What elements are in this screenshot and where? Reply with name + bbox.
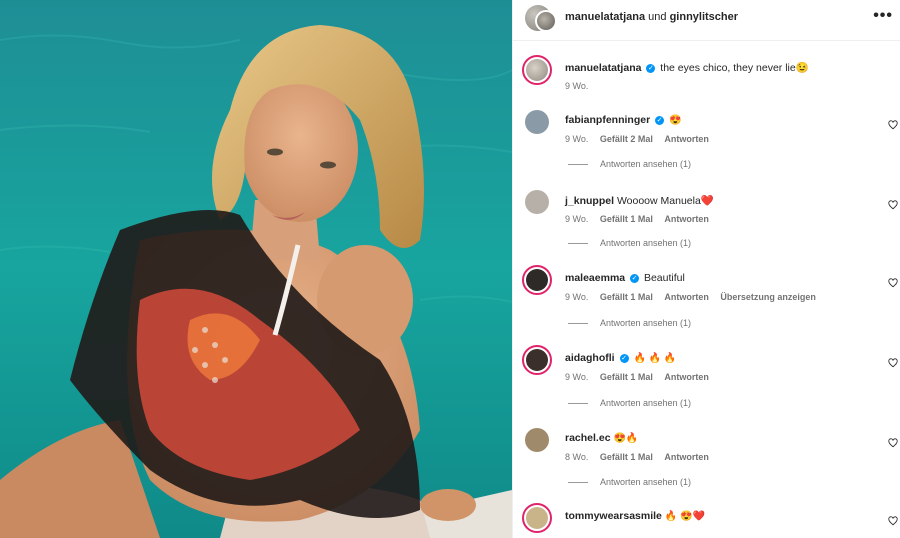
caption-text: the eyes chico, they never lie😉 <box>660 62 809 74</box>
commenter-avatar[interactable] <box>525 428 549 452</box>
view-replies-button[interactable]: Antworten ansehen (1) <box>568 159 691 169</box>
view-replies-button[interactable]: Antworten ansehen (1) <box>568 477 691 487</box>
comment-time[interactable]: 9 Wo. <box>565 134 588 144</box>
comment-meta: 9 Wo. Gefällt 1 Mal Antworten Übersetzun… <box>565 292 825 302</box>
collaborator-avatar[interactable] <box>535 10 557 32</box>
comment-line: maleaemma ✓ Beautiful <box>565 272 685 284</box>
caption-meta: 9 Wo. <box>565 81 597 91</box>
view-replies-button[interactable]: Antworten ansehen (1) <box>568 398 691 408</box>
verified-badge-icon: ✓ <box>630 273 640 283</box>
post-photo[interactable] <box>0 0 512 538</box>
comment-line: rachel.ec 😍🔥 <box>565 432 638 444</box>
like-heart-icon[interactable] <box>888 278 898 288</box>
comment-username[interactable]: rachel.ec <box>565 432 611 444</box>
view-replies-label: Antworten ansehen (1) <box>600 318 692 328</box>
comments-panel: manuelatatjana und ginnylitscher ••• man… <box>512 0 900 538</box>
verified-badge-icon: ✓ <box>646 63 656 73</box>
view-replies-label: Antworten ansehen (1) <box>600 159 692 169</box>
comment-meta: 9 Wo. Gefällt 1 Mal Antworten <box>565 214 718 224</box>
view-replies-button[interactable]: Antworten ansehen (1) <box>568 318 691 328</box>
comment-username[interactable]: tommywearsasmile <box>565 510 662 522</box>
reply-button[interactable]: Antworten <box>664 134 709 144</box>
replies-divider <box>568 403 588 405</box>
like-heart-icon[interactable] <box>888 200 898 210</box>
comment-time[interactable]: 9 Wo. <box>565 372 588 382</box>
reply-button[interactable]: Antworten <box>664 452 709 462</box>
comment-text: Beautiful <box>643 272 685 284</box>
caption-avatar[interactable] <box>522 55 552 85</box>
commenter-avatar[interactable] <box>522 503 552 533</box>
post-photo-illustration <box>0 0 512 538</box>
comment-time[interactable]: 9 Wo. <box>565 214 588 224</box>
replies-divider <box>568 243 588 245</box>
view-replies-button[interactable]: Antworten ansehen (1) <box>568 238 691 248</box>
comment-likes[interactable]: Gefällt 2 Mal <box>600 134 653 144</box>
replies-divider <box>568 323 588 325</box>
post-authors: manuelatatjana und ginnylitscher <box>565 11 738 23</box>
comment-text: 😍🔥 <box>613 433 639 444</box>
like-heart-icon[interactable] <box>888 438 898 448</box>
reply-button[interactable]: Antworten <box>664 214 709 224</box>
comment-time[interactable]: 8 Wo. <box>565 452 588 462</box>
comment-username[interactable]: j_knuppel <box>565 195 614 207</box>
caption-line: manuelatatjana ✓ the eyes chico, they ne… <box>565 61 809 74</box>
commenter-avatar[interactable] <box>525 110 549 134</box>
reply-button[interactable]: Antworten <box>664 292 709 302</box>
view-replies-label: Antworten ansehen (1) <box>600 238 692 248</box>
comment-meta: 9 Wo. Gefällt 2 Mal Antworten <box>565 134 718 144</box>
view-replies-label: Antworten ansehen (1) <box>600 477 692 487</box>
comment-text: 😍 <box>669 115 682 126</box>
comment-text: 🔥 😍❤️ <box>664 511 705 522</box>
comment-meta: 8 Wo. Gefällt 1 Mal Antworten <box>565 452 718 462</box>
commenter-avatar[interactable] <box>522 345 552 375</box>
verified-badge-icon: ✓ <box>655 115 665 125</box>
comment-likes[interactable]: Gefällt 1 Mal <box>600 452 653 462</box>
reply-button[interactable]: Antworten <box>664 372 709 382</box>
commenter-avatar[interactable] <box>522 265 552 295</box>
commenter-avatar[interactable] <box>525 190 549 214</box>
comment-text: 🔥 🔥 🔥 <box>633 353 677 364</box>
verified-badge-icon: ✓ <box>619 353 629 363</box>
authors-joiner: und <box>648 11 667 23</box>
collaborator-username[interactable]: ginnylitscher <box>670 11 738 23</box>
comment-username[interactable]: aidaghofli <box>565 352 615 364</box>
comment-username[interactable]: fabianpfenninger <box>565 114 650 126</box>
comment-line: j_knuppel Woooow Manuela❤️ <box>565 194 714 207</box>
see-translation-button[interactable]: Übersetzung anzeigen <box>720 292 816 302</box>
like-heart-icon[interactable] <box>888 120 898 130</box>
caption-username[interactable]: manuelatatjana <box>565 62 641 74</box>
comment-likes[interactable]: Gefällt 1 Mal <box>600 214 653 224</box>
view-replies-label: Antworten ansehen (1) <box>600 398 692 408</box>
comment-username[interactable]: maleaemma <box>565 272 625 284</box>
comment-likes[interactable]: Gefällt 1 Mal <box>600 292 653 302</box>
comment-meta: 9 Wo. Gefällt 1 Mal Antworten <box>565 372 718 382</box>
comment-line: tommywearsasmile 🔥 😍❤️ <box>565 510 705 522</box>
comment-likes[interactable]: Gefällt 1 Mal <box>600 372 653 382</box>
more-options-icon[interactable]: ••• <box>873 7 893 25</box>
like-heart-icon[interactable] <box>888 358 898 368</box>
replies-divider <box>568 164 588 166</box>
replies-divider <box>568 482 588 484</box>
author-username[interactable]: manuelatatjana <box>565 11 645 23</box>
post-view: manuelatatjana und ginnylitscher ••• man… <box>0 0 900 538</box>
comment-time[interactable]: 9 Wo. <box>565 292 588 302</box>
caption-time[interactable]: 9 Wo. <box>565 81 588 91</box>
comment-line: aidaghofli ✓ 🔥 🔥 🔥 <box>565 352 676 364</box>
post-header: manuelatatjana und ginnylitscher ••• <box>513 0 900 41</box>
comment-line: fabianpfenninger ✓ 😍 <box>565 114 681 126</box>
comment-text: Woooow Manuela❤️ <box>616 195 714 207</box>
like-heart-icon[interactable] <box>888 516 898 526</box>
